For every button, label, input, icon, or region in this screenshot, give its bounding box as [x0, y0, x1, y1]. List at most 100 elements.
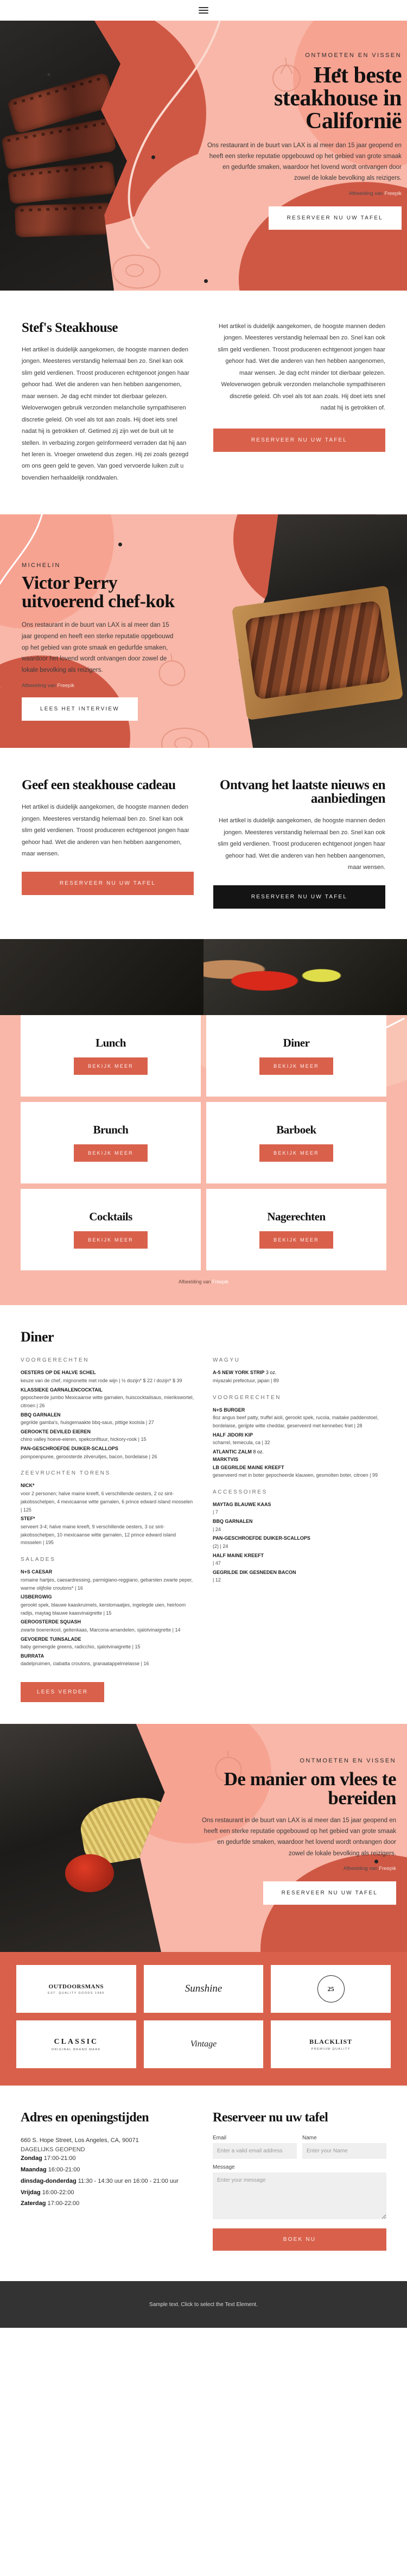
menu-item: A-5 NEW YORK STRIP 3 oz. miyazaki prefec…	[213, 1369, 386, 1384]
hours-time: 11:30 - 14:30 uur en 16:00 - 21:00 uur	[78, 2177, 179, 2184]
menu-card[interactable]: Cocktails BEKIJK MEER	[21, 1189, 201, 1271]
gallery-image-vegetables	[204, 939, 407, 1016]
chef-cta-wrap: LEES HET INTERVIEW	[22, 697, 179, 721]
reservation-form-title: Reserveer nu uw tafel	[213, 2111, 328, 2125]
about-reserve-button[interactable]: RESERVEER NU UW TAFEL	[213, 428, 385, 452]
hamburger-menu-icon[interactable]	[199, 5, 208, 15]
cooking-eyebrow: ONTMOETEN EN VISSEN	[300, 1758, 396, 1765]
menu-card[interactable]: Lunch BEKIJK MEER	[21, 1015, 201, 1097]
address-title: Adres en openingstijden	[21, 2111, 149, 2125]
menu-item-desc: scharrel, temecula, ca | 32	[213, 1440, 270, 1446]
chef-interview-button[interactable]: LEES HET INTERVIEW	[22, 697, 138, 721]
menu-read-more-button[interactable]: LEES VERDER	[21, 1682, 105, 1703]
promos-columns: Geef een steakhouse cadeau Het artikel i…	[22, 778, 386, 909]
menu-card[interactable]: Nagerechten BEKIJK MEER	[206, 1189, 386, 1271]
menu-item-qty: 8 oz.	[251, 1448, 264, 1454]
menu-card[interactable]: Diner BEKIJK MEER	[206, 1015, 386, 1097]
hero-cta-wrap: RESERVEER NU UW TAFEL	[206, 206, 402, 230]
menu-card-button[interactable]: BEKIJK MEER	[74, 1057, 148, 1075]
book-now-button[interactable]: BOEK NU	[213, 2228, 386, 2251]
about-right-text: Het artikel is duidelijk aangekomen, de …	[218, 323, 385, 412]
brand-logo[interactable]: 25	[271, 1965, 391, 2013]
hours-row: Zondag 17:00-21:00	[21, 2153, 194, 2164]
brand-logo[interactable]: Vintage	[143, 2020, 264, 2069]
tomato-graphic	[65, 1854, 114, 1893]
credit-link[interactable]: Freepik	[212, 1279, 228, 1284]
hours-time: 17:00-21:00	[43, 2155, 76, 2162]
hours-row: Vrijdag 16:00-22:00	[21, 2187, 194, 2199]
menu-item: BBQ GARNALEN | 24	[213, 1517, 386, 1533]
menu-card[interactable]: Barboek BEKIJK MEER	[206, 1102, 386, 1184]
about-right-column: Het artikel is duidelijk aangekomen, de …	[213, 321, 385, 484]
menu-card-button[interactable]: BEKIJK MEER	[259, 1231, 333, 1249]
menu-item-desc: | 12	[213, 1577, 221, 1583]
cooking-reserve-button[interactable]: RESERVEER NU UW TAFEL	[263, 1881, 396, 1905]
hero-image-credit: Afbeelding van Freepik	[206, 191, 402, 197]
menu-item-name: BBQ GARNALEN	[21, 1412, 61, 1418]
menu-item-name: N+S BURGER	[213, 1407, 245, 1413]
email-field-wrap: Email	[213, 2135, 297, 2159]
menu-item: N+S BURGER 8oz angus beef patty, truffel …	[213, 1406, 386, 1430]
menu-item-name: ATLANTIC ZALM 8 oz.	[213, 1448, 386, 1456]
menu-card-button[interactable]: BEKIJK MEER	[74, 1231, 148, 1249]
promo-gift-card: Geef een steakhouse cadeau Het artikel i…	[22, 778, 194, 909]
brand-logos-section: OUTDOORSMANS EST. QUALITY GOODS 1989 Suns…	[0, 1952, 407, 2086]
form-row: Email Name	[213, 2135, 386, 2164]
address-column: Adres en openingstijden 660 S. Hope Stre…	[21, 2111, 194, 2251]
brand-logo-name: Sunshine	[185, 1983, 222, 1995]
menu-card-title: Cocktails	[89, 1210, 132, 1223]
hours-day: dinsdag-donderdag	[21, 2177, 77, 2184]
menu-item: HALF MAINE KREEFT | 47	[213, 1552, 386, 1567]
menu-item-desc: baby gemengde greens, radicchio, sjalotv…	[21, 1644, 141, 1650]
menu-item-name: OESTERS OP DE HALVE SCHEL	[21, 1370, 96, 1376]
menu-item-name: HALF MAINE KREEFT	[213, 1552, 264, 1558]
promo-text: Het artikel is duidelijk aangekomen, de …	[218, 817, 385, 871]
menu-item-name: PAN-GESCHROEFDE DUIKER-SCALLOPS	[213, 1535, 310, 1541]
footer-text: Sample text. Click to select the Text El…	[149, 2301, 258, 2308]
chef-image-credit: Afbeelding van Freepik	[22, 683, 179, 689]
credit-link[interactable]: Freepik	[379, 1866, 396, 1872]
name-input[interactable]	[302, 2143, 386, 2159]
menu-card-button[interactable]: BEKIJK MEER	[74, 1144, 148, 1162]
hero-section: ONTMOETEN EN VISSEN Het beste steakhouse…	[0, 21, 407, 291]
promo-news-reserve-button[interactable]: RESERVEER NU UW TAFEL	[213, 885, 385, 909]
hero-reserve-button[interactable]: RESERVEER NU UW TAFEL	[268, 206, 402, 230]
brand-logo-name: Vintage	[190, 2039, 217, 2049]
menu-item-name: LB GEGRILDE MAINE KREEFT	[213, 1464, 284, 1470]
cooking-title: De manier om vlees te bereiden	[224, 1768, 397, 1809]
credit-link[interactable]: Freepik	[58, 683, 75, 689]
menu-item: NICK* voor 2 personen; halve maine kreeft…	[21, 1482, 194, 1514]
menu-item-desc: (2) | 24	[213, 1543, 228, 1549]
menu-item-name: PAN-GESCHROEFDE DUIKER-SCALLOPS	[21, 1446, 118, 1452]
menu-item: STEF* serveert 3-4; halve maine kreeft, 9…	[21, 1515, 194, 1547]
hours-row: Zaterdag 17:00-22:00	[21, 2198, 194, 2209]
dinner-menu-right-column: WAGYU A-5 NEW YORK STRIP 3 oz. miyazaki …	[213, 1357, 386, 1702]
message-textarea[interactable]	[213, 2172, 386, 2220]
promo-title: Geef een steakhouse cadeau	[22, 778, 176, 793]
brand-logo[interactable]: OUTDOORSMANS EST. QUALITY GOODS 1989	[16, 1965, 136, 2013]
menu-card[interactable]: Brunch BEKIJK MEER	[21, 1102, 201, 1184]
menu-item: PAN-GESCHROEFDE DUIKER-SCALLOPS (2) | 24	[213, 1534, 386, 1550]
brand-logo-name: CLASSIC	[54, 2037, 99, 2046]
credit-link[interactable]: Freepik	[384, 191, 402, 197]
menu-item: GEROOKTE DEVILED EIEREN chino valley hoev…	[21, 1428, 194, 1444]
menu-item-desc: pompoenpuree, geroosterde zilveruitjes, …	[21, 1453, 157, 1459]
brand-logo-name: BLACKLIST	[309, 2038, 353, 2046]
dinner-menu-section: Diner VOORGERECHTEN OESTERS OP DE HALVE …	[0, 1305, 407, 1724]
promo-gift-reserve-button[interactable]: RESERVEER NU UW TAFEL	[22, 872, 194, 896]
menu-item-name-text: A-5 NEW YORK STRIP	[213, 1370, 265, 1376]
menu-group-heading: SALADES	[21, 1557, 56, 1563]
menu-card-button[interactable]: BEKIJK MEER	[259, 1144, 333, 1162]
brand-logo[interactable]: BLACKLIST PREMIUM QUALITY	[271, 2020, 391, 2069]
chef-content: MICHELIN Victor Perry uitvoerend chef-ko…	[0, 514, 179, 721]
brand-logo[interactable]: Sunshine	[143, 1965, 264, 2013]
brand-logo[interactable]: CLASSIC ORIGINAL BRAND MARK	[16, 2020, 136, 2069]
email-input[interactable]	[213, 2143, 297, 2159]
menu-card-button[interactable]: BEKIJK MEER	[259, 1057, 333, 1075]
menu-item-desc: chino valley hoeve-eieren, spekconfituur…	[21, 1437, 147, 1443]
menu-item-desc: gegrilde gamba's, huisgemaakte bbq-saus,…	[21, 1420, 154, 1426]
chef-title: Victor Perry uitvoerend chef-kok	[22, 573, 175, 612]
menu-item-desc: gerookt spek, blauwe kaaskruimels, kerst…	[21, 1602, 186, 1616]
cooking-cta-wrap: RESERVEER NU UW TAFEL	[201, 1881, 396, 1905]
menu-item-desc: voor 2 personen; halve maine kreeft, 6 v…	[21, 1490, 193, 1513]
